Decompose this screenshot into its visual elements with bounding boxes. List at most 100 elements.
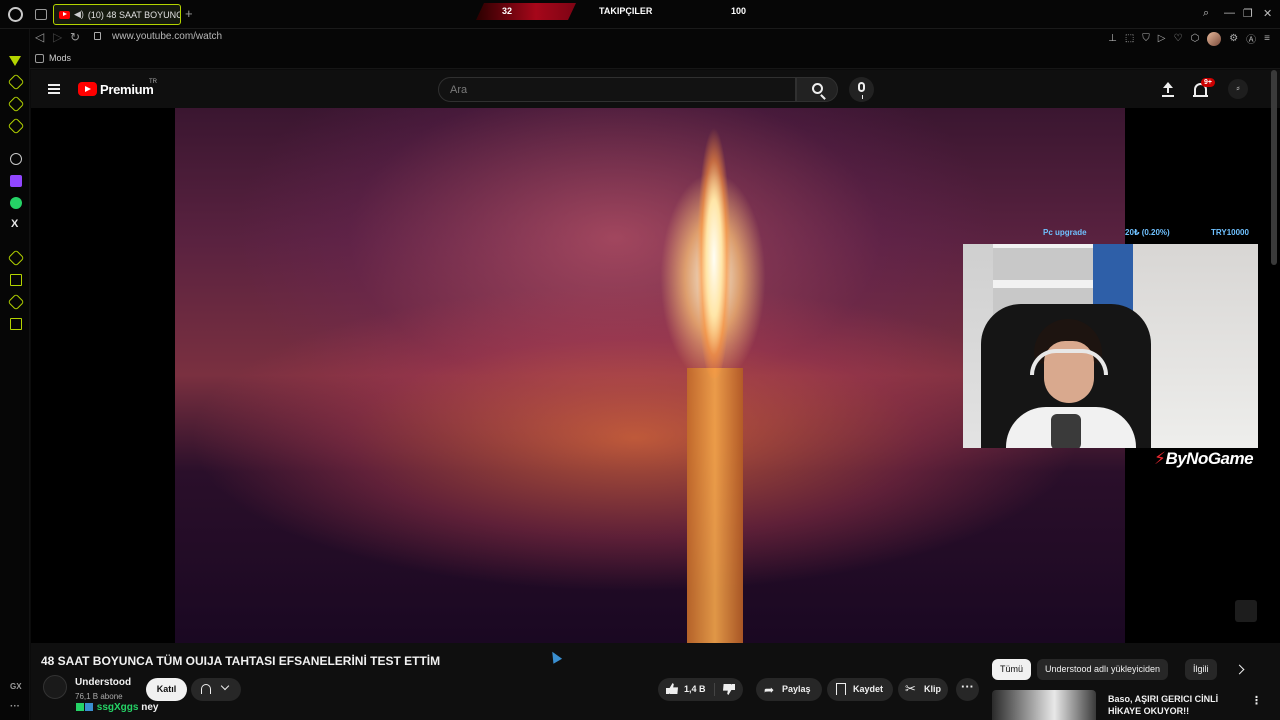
gx-sidebar: X GX ··· xyxy=(0,29,30,720)
follower-target: 100 xyxy=(731,6,747,16)
channel-avatar[interactable] xyxy=(43,675,67,699)
bookmark-mods[interactable]: Mods xyxy=(49,53,71,63)
search-input[interactable] xyxy=(439,78,795,101)
extension-icon[interactable]: ⬡ xyxy=(1190,33,1199,44)
chatgpt-icon[interactable] xyxy=(10,153,22,165)
streamer-mic-image xyxy=(1051,414,1081,448)
gx-corner-icon[interactable] xyxy=(9,56,21,66)
voice-search-button[interactable] xyxy=(849,77,874,102)
subscribed-button[interactable] xyxy=(191,678,241,701)
thumbs-up-icon xyxy=(666,683,678,694)
gx-hot-tabs-icon[interactable] xyxy=(7,117,25,135)
ai-icon[interactable]: Ⓐ xyxy=(1246,31,1256,46)
dislike-button[interactable] xyxy=(715,678,743,701)
donation-title: Pc upgrade xyxy=(1043,228,1087,237)
video-corner-icon[interactable] xyxy=(1235,600,1257,622)
address-bar-row: ◁ ▷ ↻ www.youtube.com/watch ⊥ ⬚ ⛉ ▷ ♡ ⬡ … xyxy=(0,29,1280,49)
vpn-icon[interactable]: ⚙ xyxy=(1229,33,1238,44)
clip-button[interactable]: ✂ Klip xyxy=(898,678,948,701)
create-upload-icon[interactable] xyxy=(1162,82,1174,97)
microphone-icon xyxy=(858,82,865,99)
clip-label: Klip xyxy=(924,684,941,694)
sidebar-more-icon[interactable]: ··· xyxy=(10,701,20,712)
follower-current: 32 xyxy=(502,6,513,16)
donation-goal: TRY10000 xyxy=(1211,228,1249,237)
shield-icon[interactable]: ⛉ xyxy=(1142,33,1150,44)
new-tab-icon[interactable]: + xyxy=(185,6,193,21)
scissors-icon: ✂ xyxy=(905,681,916,696)
bell-icon xyxy=(201,684,211,694)
minimize-icon[interactable]: — xyxy=(1224,7,1235,19)
player-icon[interactable]: ▷ xyxy=(1158,33,1166,44)
tab-title: (10) 48 SAAT BOYUNC xyxy=(87,9,181,20)
whatsapp-icon[interactable] xyxy=(10,197,22,209)
page-scrollbar[interactable] xyxy=(1271,70,1277,265)
sponsor-logo: ⚡ByNoGame xyxy=(1154,449,1254,469)
kick-badge-icon xyxy=(76,703,84,712)
restore-icon[interactable]: ❐ xyxy=(1243,7,1253,20)
tab-manager-icon[interactable] xyxy=(35,9,47,20)
youtube-logo-icon[interactable] xyxy=(78,82,97,96)
related-video-title[interactable]: Baso, AŞIRI GERICI CİNLİ HİKAYE OKUYOR!! xyxy=(1108,693,1238,717)
share-button[interactable]: ➦ Paylaş xyxy=(756,678,822,701)
video-title: 48 SAAT BOYUNCA TÜM OUIJA TAHTASI EFSANE… xyxy=(41,654,441,668)
share-icon: ➦ xyxy=(764,683,775,697)
bookmark-icon xyxy=(836,683,846,695)
youtube-premium-label[interactable]: Premium xyxy=(100,82,154,97)
search-button[interactable] xyxy=(796,77,838,102)
reload-icon[interactable]: ↻ xyxy=(70,30,80,44)
join-button[interactable]: Katıl xyxy=(146,678,187,701)
youtube-favicon-icon xyxy=(59,10,70,19)
gx-player-icon[interactable] xyxy=(10,274,22,286)
related-more-icon[interactable]: ⋮ xyxy=(1251,694,1262,707)
close-icon[interactable]: ✕ xyxy=(1263,7,1272,20)
search-box xyxy=(438,77,796,102)
hamburger-menu-icon[interactable] xyxy=(48,84,60,94)
browser-tab-youtube[interactable]: ◀) (10) 48 SAAT BOYUNC xyxy=(53,4,181,25)
back-icon[interactable]: ◁ xyxy=(35,30,44,44)
gx-control-icon[interactable] xyxy=(7,73,25,91)
gx-games-icon[interactable] xyxy=(7,249,25,267)
browser-tab-bar: ◀) (10) 48 SAAT BOYUNC + 32 TAKIPÇILER 1… xyxy=(0,0,1280,29)
gx-corner-news-icon[interactable] xyxy=(7,293,25,311)
heart-icon[interactable]: ♡ xyxy=(1173,33,1182,44)
account-avatar[interactable]: ⸗ xyxy=(1228,79,1248,99)
chat-message: ney xyxy=(141,702,159,713)
audio-playing-icon[interactable]: ◀) xyxy=(74,9,84,20)
streamer-webcam xyxy=(963,244,1258,448)
profile-avatar[interactable] xyxy=(1207,31,1222,46)
pin-icon[interactable]: ⊥ xyxy=(1108,33,1117,44)
save-label: Kaydet xyxy=(853,684,884,694)
bookmarks-bar: Mods xyxy=(0,49,1280,69)
opera-gx-logo-icon[interactable] xyxy=(8,7,23,22)
url-field[interactable]: www.youtube.com/watch xyxy=(112,31,222,42)
forward-icon[interactable]: ▷ xyxy=(53,30,62,44)
thumbs-down-icon xyxy=(723,684,735,695)
gx-cleaner-icon[interactable] xyxy=(7,95,25,113)
x-twitter-icon[interactable]: X xyxy=(11,218,18,230)
bynogame-mark-icon: ⚡ xyxy=(1154,449,1166,468)
follower-label: TAKIPÇILER xyxy=(599,6,653,16)
chip-related[interactable]: İlgili xyxy=(1185,659,1217,680)
chevron-right-icon[interactable] xyxy=(1234,664,1245,675)
candle-flame-image xyxy=(697,108,731,378)
like-button[interactable]: 1,4 B xyxy=(658,678,714,701)
menu-icon[interactable]: ≡ xyxy=(1264,33,1270,44)
share-label: Paylaş xyxy=(782,684,811,694)
room-wall-image xyxy=(1133,244,1258,448)
save-button[interactable]: Kaydet xyxy=(827,678,893,701)
chevron-down-icon xyxy=(220,681,230,691)
gx-settings-icon[interactable] xyxy=(10,318,22,330)
related-video-thumbnail[interactable] xyxy=(992,690,1096,720)
chip-all[interactable]: Tümü xyxy=(992,659,1032,680)
like-count: 1,4 B xyxy=(684,684,706,694)
twitch-icon[interactable] xyxy=(10,175,22,187)
subscriber-count: 76,1 B abone xyxy=(75,692,123,701)
snapshot-icon[interactable]: ⬚ xyxy=(1125,33,1134,44)
verified-badge-icon xyxy=(85,703,93,712)
channel-name[interactable]: Understood xyxy=(75,677,131,688)
search-tabs-icon[interactable]: ⌕ xyxy=(1203,7,1209,20)
more-actions-icon[interactable]: ··· xyxy=(956,678,979,701)
donation-goal-bar: Pc upgrade 20₺ (0.20%) TRY10000 xyxy=(1043,227,1258,239)
chip-from-uploader[interactable]: Understood adlı yükleyiciden xyxy=(1037,659,1169,680)
